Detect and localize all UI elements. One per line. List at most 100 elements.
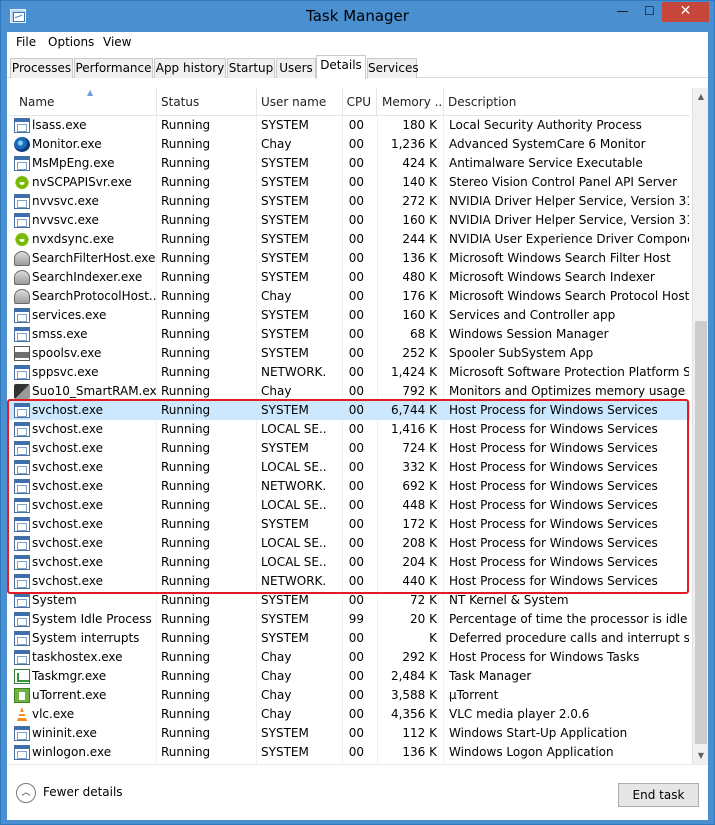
process-description: Host Process for Windows Services: [449, 403, 658, 417]
process-cpu: 00: [348, 631, 364, 645]
vertical-scrollbar[interactable]: ▲ ▼: [692, 88, 708, 764]
menu-view[interactable]: View: [103, 35, 131, 49]
process-cpu: 00: [348, 460, 364, 474]
process-row[interactable]: SearchFilterHost.exe Running SYSTEM 00 136 K…: [7, 249, 690, 268]
process-row[interactable]: nvxdsync.exe Running SYSTEM 00 244 K NVIDIA U…: [7, 230, 690, 249]
minimize-button[interactable]: —: [609, 2, 636, 22]
column-header-name[interactable]: Name ▲: [14, 88, 157, 116]
scrollbar-thumb[interactable]: [695, 321, 707, 744]
tab-users[interactable]: Users: [276, 58, 316, 78]
process-row[interactable]: svchost.exe Running NETWORK... 00 440 K Host …: [7, 572, 690, 591]
process-row[interactable]: nvvsvc.exe Running SYSTEM 00 160 K NVIDIA Dri…: [7, 211, 690, 230]
tab-processes[interactable]: Processes: [10, 58, 73, 78]
process-row[interactable]: nvvsvc.exe Running SYSTEM 00 272 K NVIDIA Dri…: [7, 192, 690, 211]
process-icon-cell: [14, 479, 30, 494]
process-memory: 208 K: [402, 536, 437, 550]
process-name: nvvsvc.exe: [32, 213, 99, 227]
process-row[interactable]: System Running SYSTEM 00 72 K NT Kernel & Sys…: [7, 591, 690, 610]
process-row[interactable]: System interrupts Running SYSTEM 00 K Deferre…: [7, 629, 690, 648]
process-row[interactable]: svchost.exe Running LOCAL SE... 00 204 K Host…: [7, 553, 690, 572]
process-cpu: 99: [348, 612, 364, 626]
process-description: µTorrent: [449, 688, 499, 702]
process-status: Running: [161, 137, 211, 151]
process-user-name: LOCAL SE...: [261, 536, 326, 550]
process-memory: 136 K: [402, 745, 437, 759]
tab-app-history[interactable]: App history: [154, 58, 226, 78]
process-row[interactable]: spoolsv.exe Running SYSTEM 00 252 K Spooler S…: [7, 344, 690, 363]
client-area: File Options View Processes Performance …: [7, 32, 708, 820]
process-user-name: SYSTEM: [261, 631, 309, 645]
menu-options[interactable]: Options: [48, 35, 94, 49]
process-cpu: 00: [348, 137, 364, 151]
scroll-up-icon[interactable]: ▲: [693, 88, 709, 105]
process-row[interactable]: SearchIndexer.exe Running SYSTEM 00 480 K Mic…: [7, 268, 690, 287]
process-row[interactable]: System Idle Process Running SYSTEM 99 20 K Pe…: [7, 610, 690, 629]
process-icon-cell: [14, 118, 30, 133]
process-cpu: 00: [348, 251, 364, 265]
tab-services[interactable]: Services: [367, 58, 419, 78]
column-header-status[interactable]: Status: [156, 88, 257, 116]
process-row[interactable]: nvSCPAPISvr.exe Running SYSTEM 00 140 K Stere…: [7, 173, 690, 192]
process-status: Running: [161, 289, 211, 303]
process-row[interactable]: SearchProtocolHost... Running Chay 00 176 K M…: [7, 287, 690, 306]
process-row[interactable]: smss.exe Running SYSTEM 00 68 K Windows Sessi…: [7, 325, 690, 344]
nvidia-icon: [14, 232, 30, 247]
scroll-down-icon[interactable]: ▼: [693, 747, 709, 764]
process-row[interactable]: svchost.exe Running NETWORK... 00 692 K Host …: [7, 477, 690, 496]
tab-performance[interactable]: Performance: [74, 58, 153, 78]
column-header-cpu[interactable]: CPU: [342, 88, 377, 116]
process-row[interactable]: svchost.exe Running SYSTEM 00 172 K Host Proc…: [7, 515, 690, 534]
close-button[interactable]: ✕: [662, 2, 709, 22]
column-header-memory[interactable]: Memory ...: [377, 88, 444, 116]
process-row[interactable]: svchost.exe Running LOCAL SE... 00 332 K Host…: [7, 458, 690, 477]
process-icon-cell: [14, 251, 30, 266]
tab-startup[interactable]: Startup: [227, 58, 275, 78]
process-cpu: 00: [348, 555, 364, 569]
process-memory: 292 K: [402, 650, 437, 664]
process-name: spoolsv.exe: [32, 346, 102, 360]
process-description: Host Process for Windows Services: [449, 422, 658, 436]
column-header-description[interactable]: Description: [443, 88, 690, 116]
maximize-button[interactable]: ☐: [636, 2, 663, 22]
process-name: services.exe: [32, 308, 107, 322]
process-row[interactable]: Taskmgr.exe Running Chay 00 2,484 K Task Mana…: [7, 667, 690, 686]
process-row[interactable]: svchost.exe Running LOCAL SE... 00 208 K Host…: [7, 534, 690, 553]
process-row[interactable]: vlc.exe Running Chay 00 4,356 K VLC media pla…: [7, 705, 690, 724]
process-row[interactable]: svchost.exe Running LOCAL SE... 00 448 K Host…: [7, 496, 690, 515]
process-user-name: SYSTEM: [261, 308, 309, 322]
vlc-icon: [14, 707, 30, 722]
menu-file[interactable]: File: [16, 35, 36, 49]
process-icon-cell: [14, 517, 30, 532]
column-header-user[interactable]: User name: [256, 88, 343, 116]
process-row[interactable]: svchost.exe Running SYSTEM 00 724 K Host Proc…: [7, 439, 690, 458]
process-row[interactable]: sppsvc.exe Running NETWORK... 00 1,424 K Micr…: [7, 363, 690, 382]
process-icon-cell: [14, 194, 30, 209]
process-row[interactable]: taskhostex.exe Running Chay 00 292 K Host Pro…: [7, 648, 690, 667]
process-status: Running: [161, 460, 211, 474]
process-row[interactable]: Monitor.exe Running Chay 00 1,236 K Advanced …: [7, 135, 690, 154]
tab-details[interactable]: Details: [316, 55, 366, 79]
process-cpu: 00: [348, 669, 364, 683]
process-name: SearchProtocolHost...: [32, 289, 156, 303]
process-row[interactable]: svchost.exe Running SYSTEM 00 6,744 K Host Pr…: [7, 401, 690, 420]
end-task-button[interactable]: End task: [618, 783, 699, 807]
process-user-name: LOCAL SE...: [261, 460, 326, 474]
process-name: nvxdsync.exe: [32, 232, 115, 246]
process-icon-cell: [14, 555, 30, 570]
process-row[interactable]: uTorrent.exe Running Chay 00 3,588 K µTorrent: [7, 686, 690, 705]
process-status: Running: [161, 156, 211, 170]
process-row[interactable]: services.exe Running SYSTEM 00 160 K Services…: [7, 306, 690, 325]
process-row[interactable]: wininit.exe Running SYSTEM 00 112 K Windows S…: [7, 724, 690, 743]
sort-ascending-icon: ▲: [87, 88, 94, 97]
window-icon: [14, 498, 30, 513]
process-row[interactable]: winlogon.exe Running SYSTEM 00 136 K Windows …: [7, 743, 690, 762]
process-row[interactable]: MsMpEng.exe Running SYSTEM 00 424 K Antimalwa…: [7, 154, 690, 173]
fewer-details-button[interactable]: ︿ Fewer details: [16, 783, 126, 807]
process-cpu: 00: [348, 346, 364, 360]
title-bar[interactable]: Task Manager — ☐ ✕: [1, 1, 714, 32]
footer-bar: ︿ Fewer details End task: [7, 764, 708, 820]
process-row[interactable]: Suo10_SmartRAM.exe Running Chay 00 792 K Moni…: [7, 382, 690, 401]
process-description: NVIDIA User Experience Driver Component: [449, 232, 689, 246]
process-row[interactable]: lsass.exe Running SYSTEM 00 180 K Local Secur…: [7, 116, 690, 135]
process-row[interactable]: svchost.exe Running LOCAL SE... 00 1,416 K Ho…: [7, 420, 690, 439]
